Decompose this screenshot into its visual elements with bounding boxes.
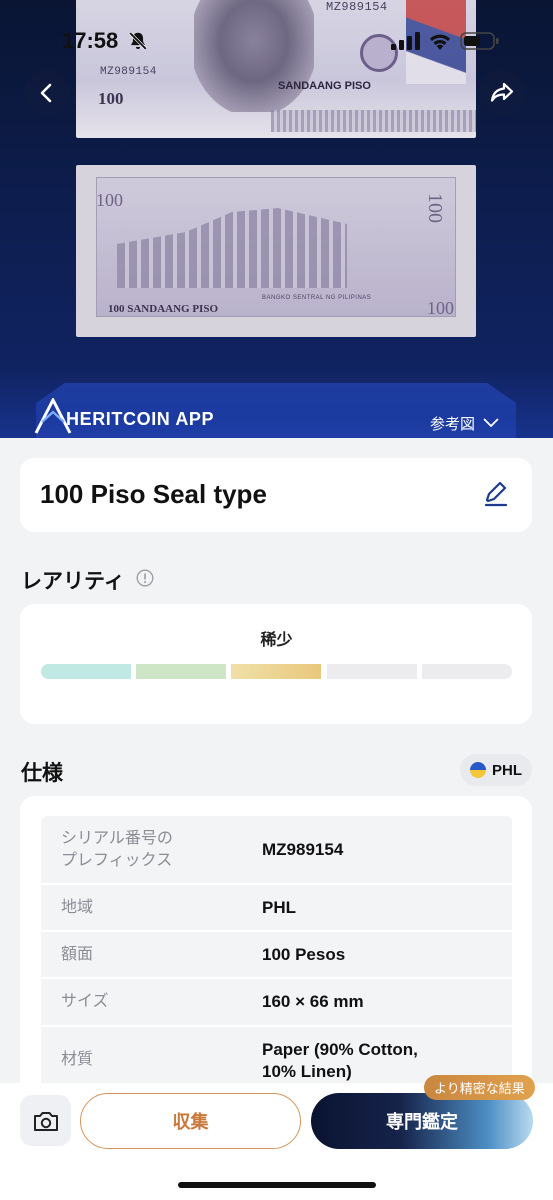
rarity-segment bbox=[422, 664, 512, 679]
spec-key: サイズ bbox=[61, 993, 109, 1010]
country-flag-icon bbox=[470, 762, 486, 778]
spec-row: 地域 PHL bbox=[41, 885, 512, 932]
chevron-down-icon bbox=[483, 418, 499, 428]
status-bar: 17:58 bbox=[0, 0, 553, 80]
collect-button[interactable]: 収集 bbox=[80, 1093, 301, 1149]
spec-row: サイズ 160 × 66 mm bbox=[41, 979, 512, 1027]
signal-icon bbox=[391, 32, 420, 50]
reference-dropdown[interactable]: 参考図 bbox=[430, 412, 499, 434]
wifi-icon bbox=[430, 34, 450, 50]
crowd-figure bbox=[271, 110, 476, 132]
spec-value: 100 Pesos bbox=[262, 945, 346, 964]
status-time: 17:58 bbox=[62, 28, 119, 53]
spec-key: 額面 bbox=[61, 946, 94, 963]
spec-value: MZ989154 bbox=[262, 840, 344, 859]
spec-key: 材質 bbox=[61, 1051, 94, 1068]
camera-icon bbox=[33, 1111, 58, 1131]
reference-label: 参考図 bbox=[430, 415, 476, 433]
rarity-segment bbox=[231, 664, 321, 679]
banknote-back-image: 100 100 BANGKO SENTRAL NG PILIPINAS 100 … bbox=[76, 165, 476, 337]
front-name: SANDAANG PISO bbox=[278, 80, 371, 92]
share-icon bbox=[490, 82, 514, 102]
rarity-segment bbox=[136, 664, 226, 679]
back-denomination-side: 100 bbox=[424, 193, 446, 223]
back-button[interactable] bbox=[24, 70, 70, 116]
bell-slash-icon bbox=[129, 32, 147, 50]
brand-name: HERITCOIN APP bbox=[66, 409, 215, 429]
rarity-level-label: 稀少 bbox=[260, 632, 293, 649]
item-title: 100 Piso Seal type bbox=[40, 479, 267, 509]
expert-appraisal-button[interactable]: 専門鑑定 bbox=[311, 1093, 533, 1149]
info-icon[interactable] bbox=[136, 569, 154, 587]
back-denomination-bottom: 100 bbox=[427, 298, 454, 318]
country-code: PHL bbox=[492, 761, 522, 779]
share-button[interactable] bbox=[479, 70, 525, 116]
edit-icon[interactable] bbox=[482, 480, 510, 508]
camera-button[interactable] bbox=[20, 1095, 71, 1146]
spec-value: Paper (90% Cotton, 10% Linen) bbox=[262, 1040, 418, 1081]
back-bank-name: BANGKO SENTRAL NG PILIPINAS bbox=[262, 295, 372, 301]
spec-value: 160 × 66 mm bbox=[262, 992, 364, 1011]
building-figure bbox=[117, 208, 347, 288]
spec-key: 地域 bbox=[61, 899, 94, 916]
back-denomination-top: 100 bbox=[96, 190, 123, 210]
spec-row: シリアル番号の プレフィックス MZ989154 bbox=[41, 816, 512, 885]
precision-badge: より精密な結果 bbox=[424, 1075, 535, 1100]
back-text: 100 SANDAANG PISO bbox=[108, 303, 219, 315]
rarity-heading: レアリティ bbox=[21, 570, 125, 593]
battery-icon bbox=[460, 32, 499, 50]
spec-value: PHL bbox=[262, 898, 296, 917]
chevron-left-icon bbox=[40, 83, 52, 103]
front-denomination: 100 bbox=[98, 89, 124, 108]
rarity-segment bbox=[41, 664, 131, 679]
home-indicator[interactable] bbox=[178, 1182, 376, 1188]
rarity-segment bbox=[327, 664, 417, 679]
specs-table: シリアル番号の プレフィックス MZ989154 地域 PHL 額面 100 P… bbox=[41, 816, 512, 1097]
country-badge: PHL bbox=[460, 754, 532, 786]
spec-key: シリアル番号の プレフィックス bbox=[61, 830, 173, 869]
spec-row: 額面 100 Pesos bbox=[41, 932, 512, 979]
specs-heading: 仕様 bbox=[21, 762, 63, 785]
